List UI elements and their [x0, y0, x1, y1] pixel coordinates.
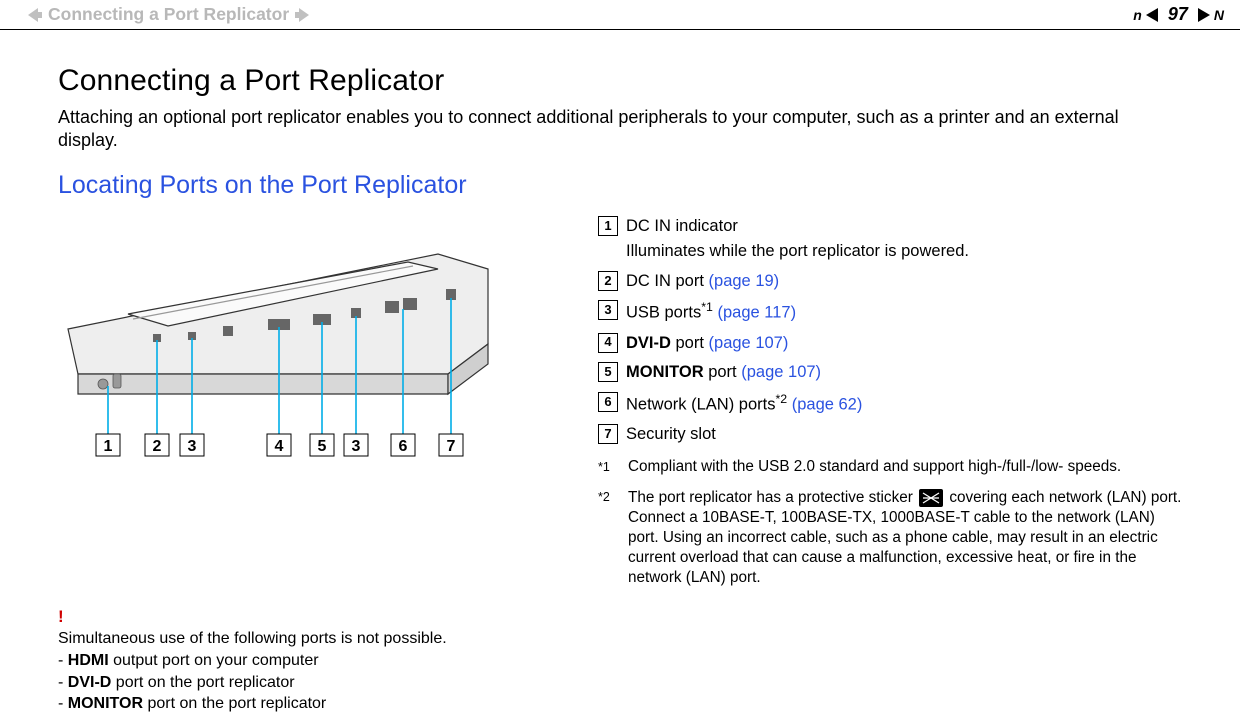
legend-link-2[interactable]: (page 19) — [709, 272, 780, 290]
callout-1: 1 — [104, 438, 113, 455]
legend-text-4: port — [671, 334, 709, 352]
page-number: 97 — [1168, 4, 1188, 25]
warning-notice: ! Simultaneous use of the following port… — [58, 606, 1182, 715]
legend-num-1: 1 — [598, 216, 618, 236]
legend-item-3: 3 USB ports*1 (page 117) — [598, 298, 1182, 326]
nav-next-icon[interactable] — [1192, 8, 1210, 22]
breadcrumb-arrow-icon — [28, 8, 42, 22]
callout-8: 7 — [447, 438, 456, 455]
callout-3: 3 — [188, 438, 197, 455]
footnote-mark-1: *1 — [598, 457, 616, 477]
footnote-text-1: Compliant with the USB 2.0 standard and … — [628, 457, 1121, 477]
legend-text-3: USB ports — [626, 304, 701, 322]
legend-num-5: 5 — [598, 362, 618, 382]
legend-item-6: 6 Network (LAN) ports*2 (page 62) — [598, 390, 1182, 418]
breadcrumb-area: Connecting a Port Replicator — [28, 4, 309, 25]
page-header: Connecting a Port Replicator n 97 N — [0, 0, 1240, 29]
callout-7: 6 — [399, 438, 408, 455]
legend-list: 1 DC IN indicator Illuminates while the … — [598, 214, 1182, 588]
intro-text: Attaching an optional port replicator en… — [58, 106, 1182, 153]
warning-bang-icon: ! — [58, 606, 1182, 629]
page-n-top: n — [1133, 7, 1142, 23]
nav-prev-icon[interactable] — [1146, 8, 1164, 22]
legend-desc-1: Illuminates while the port replicator is… — [626, 239, 969, 265]
legend-text-7: Security slot — [626, 425, 716, 443]
breadcrumb-text: Connecting a Port Replicator — [48, 4, 289, 25]
notice-line-2: - DVI-D port on the port replicator — [58, 672, 1182, 694]
notice-line-1: - HDMI output port on your computer — [58, 650, 1182, 672]
legend-item-5: 5 MONITOR port (page 107) — [598, 360, 1182, 386]
legend-num-3: 3 — [598, 300, 618, 320]
callout-5: 5 — [318, 438, 327, 455]
legend-bold-4: DVI-D — [626, 334, 671, 352]
legend-num-2: 2 — [598, 271, 618, 291]
legend-link-6[interactable]: (page 62) — [787, 395, 862, 413]
legend-link-5[interactable]: (page 107) — [741, 363, 821, 381]
legend-link-4[interactable]: (page 107) — [709, 334, 789, 352]
sticker-icon — [919, 489, 943, 507]
legend-num-4: 4 — [598, 333, 618, 353]
legend-text-5: port — [704, 363, 742, 381]
breadcrumb-arrow-right-icon — [295, 8, 309, 22]
footnote-text-2: The port replicator has a protective sti… — [628, 487, 1182, 587]
notice-line-0: Simultaneous use of the following ports … — [58, 628, 1182, 650]
page-nav: n 97 N — [1133, 4, 1224, 25]
page-title: Connecting a Port Replicator — [58, 64, 1182, 98]
legend-num-7: 7 — [598, 424, 618, 444]
callout-4: 4 — [275, 438, 284, 455]
page-content: Connecting a Port Replicator Attaching a… — [0, 30, 1240, 715]
legend-link-3[interactable]: (page 117) — [713, 304, 796, 322]
callout-2: 2 — [153, 438, 162, 455]
page-n-suffix: N — [1214, 7, 1224, 23]
callout-6: 3 — [352, 438, 361, 455]
legend-bold-5: MONITOR — [626, 363, 704, 381]
legend-item-1: 1 DC IN indicator Illuminates while the … — [598, 214, 1182, 265]
notice-line-3: - MONITOR port on the port replicator — [58, 693, 1182, 715]
section-subtitle: Locating Ports on the Port Replicator — [58, 171, 1182, 200]
legend-text-2: DC IN port — [626, 272, 709, 290]
port-replicator-figure: 1 2 3 4 5 3 6 7 — [58, 214, 558, 464]
legend-text-1: DC IN indicator — [626, 217, 738, 235]
footnote-mark-2: *2 — [598, 487, 616, 587]
legend-item-4: 4 DVI-D port (page 107) — [598, 331, 1182, 357]
legend-sup-6: *2 — [775, 392, 787, 406]
legend-num-6: 6 — [598, 392, 618, 412]
footnote-2: *2 The port replicator has a protective … — [598, 487, 1182, 587]
footnote-1: *1 Compliant with the USB 2.0 standard a… — [598, 457, 1182, 477]
legend-item-2: 2 DC IN port (page 19) — [598, 269, 1182, 295]
figure-and-legend: 1 2 3 4 5 3 6 7 1 DC IN indicator Illumi… — [58, 214, 1182, 588]
legend-sup-3: *1 — [701, 300, 713, 314]
legend-text-6: Network (LAN) ports — [626, 395, 775, 413]
legend-item-7: 7 Security slot — [598, 422, 1182, 448]
footnote-2-pre: The port replicator has a protective sti… — [628, 489, 917, 506]
